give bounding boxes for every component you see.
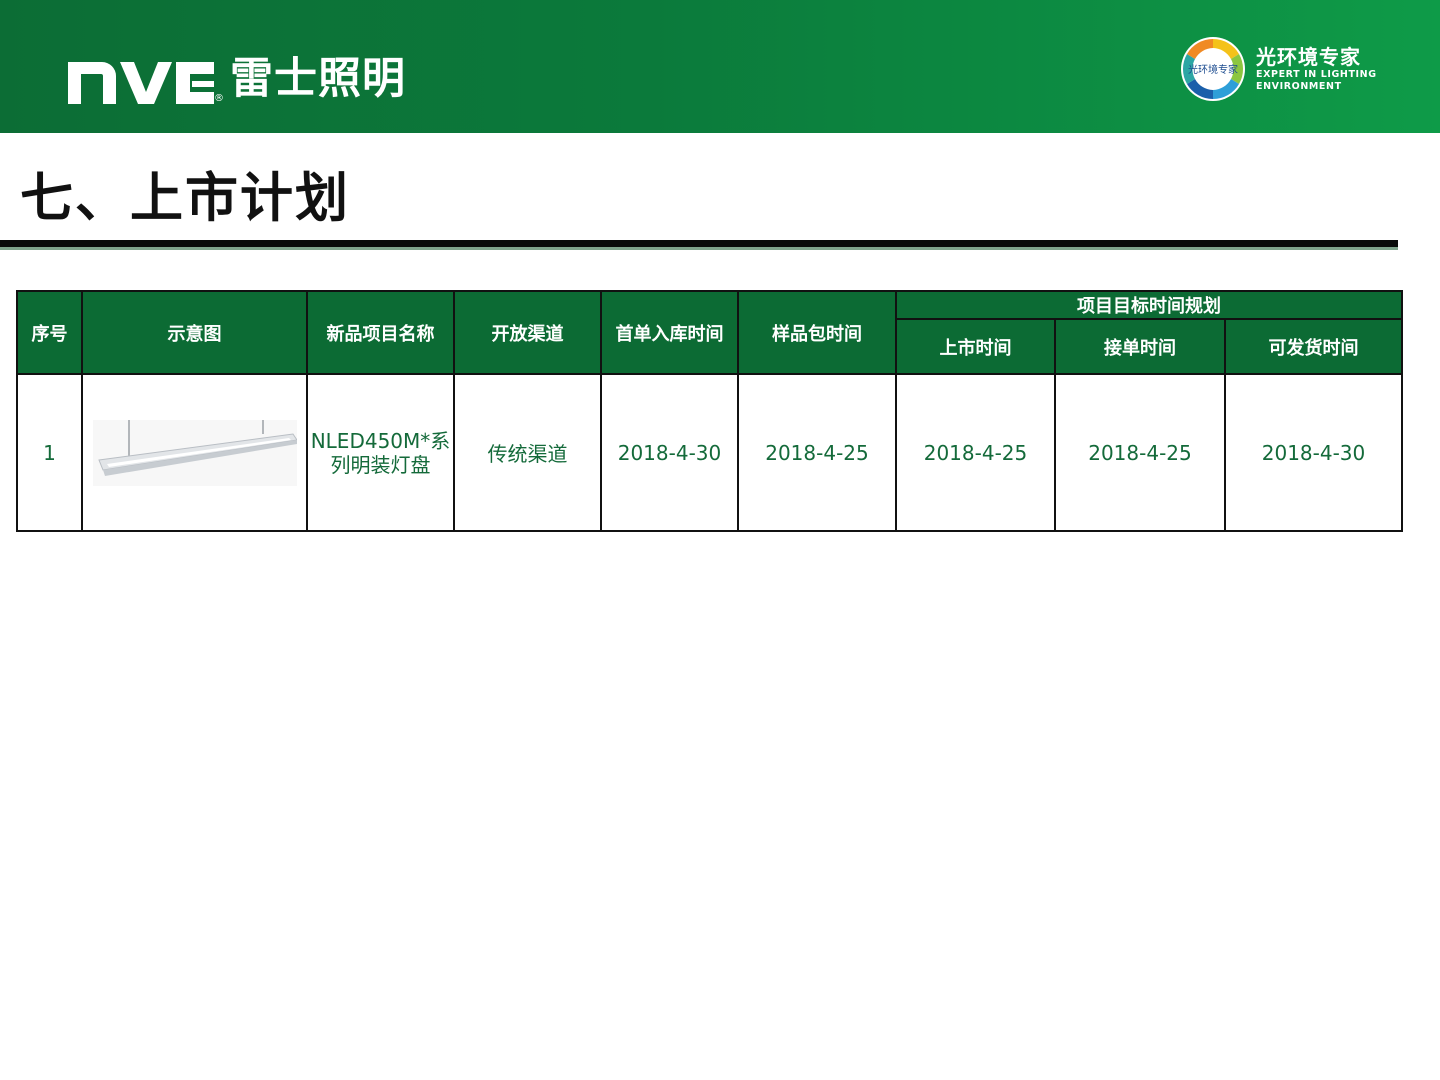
page-title: 七、上市计划 — [20, 168, 350, 229]
cell-sample: 2018-4-25 — [737, 373, 897, 532]
linear-pendant-lamp-image — [92, 419, 297, 486]
col-header-sample: 样品包时间 — [737, 290, 897, 375]
col-header-group: 项目目标时间规划 — [894, 290, 1404, 320]
cell-image — [81, 373, 308, 532]
expert-title: 光环境专家 — [1256, 45, 1361, 69]
col-header-launch: 上市时间 — [895, 318, 1056, 375]
expert-subtitle-line2: ENVIRONMENT — [1256, 81, 1342, 92]
expert-logo: 光环境专家 光环境专家 EXPERT IN LIGHTING ENVIRONME… — [1180, 36, 1377, 102]
cell-channel: 传统渠道 — [453, 373, 602, 532]
col-header-first-stock: 首单入库时间 — [600, 290, 739, 375]
cell-first-stock: 2018-4-30 — [600, 373, 739, 532]
col-header-index: 序号 — [16, 290, 83, 375]
product-name-line2: 列明装灯盘 — [330, 452, 431, 477]
expert-badge-icon: 光环境专家 — [1181, 37, 1245, 101]
cell-launch: 2018-4-25 — [895, 373, 1056, 532]
cell-product-name: NLED450M*系 列明装灯盘 — [306, 373, 455, 532]
badge-text: 光环境专家 — [1188, 63, 1238, 76]
table-row: 1 NLED450M*系 列明装灯盘 传统渠道 2018-4-30 2018-4… — [16, 373, 1404, 532]
cell-ship: 2018-4-30 — [1223, 373, 1404, 532]
registered-icon: ® — [214, 93, 224, 104]
expert-subtitle-line1: EXPERT IN LIGHTING — [1256, 69, 1377, 80]
col-header-ship: 可发货时间 — [1223, 318, 1404, 375]
launch-plan-table: 序号 示意图 新品项目名称 开放渠道 首单入库时间 样品包时间 项目目标时间规划… — [16, 290, 1404, 532]
cell-index: 1 — [16, 373, 83, 532]
nvc-logo: ® 雷士照明 — [68, 48, 406, 104]
cell-order: 2018-4-25 — [1054, 373, 1226, 532]
col-header-order: 接单时间 — [1054, 318, 1226, 375]
title-underline-shadow — [0, 247, 1398, 250]
col-header-channel: 开放渠道 — [453, 290, 602, 375]
nvc-logo-mark — [68, 62, 214, 104]
header-bar: ® 雷士照明 光环境专家 光环境专家 EXPERT IN LIGHTING EN… — [0, 0, 1440, 133]
col-header-image: 示意图 — [81, 290, 308, 375]
product-name-line1: NLED450M*系 — [310, 428, 451, 453]
brand-name: 雷士照明 — [230, 54, 406, 104]
col-header-name: 新品项目名称 — [306, 290, 455, 375]
